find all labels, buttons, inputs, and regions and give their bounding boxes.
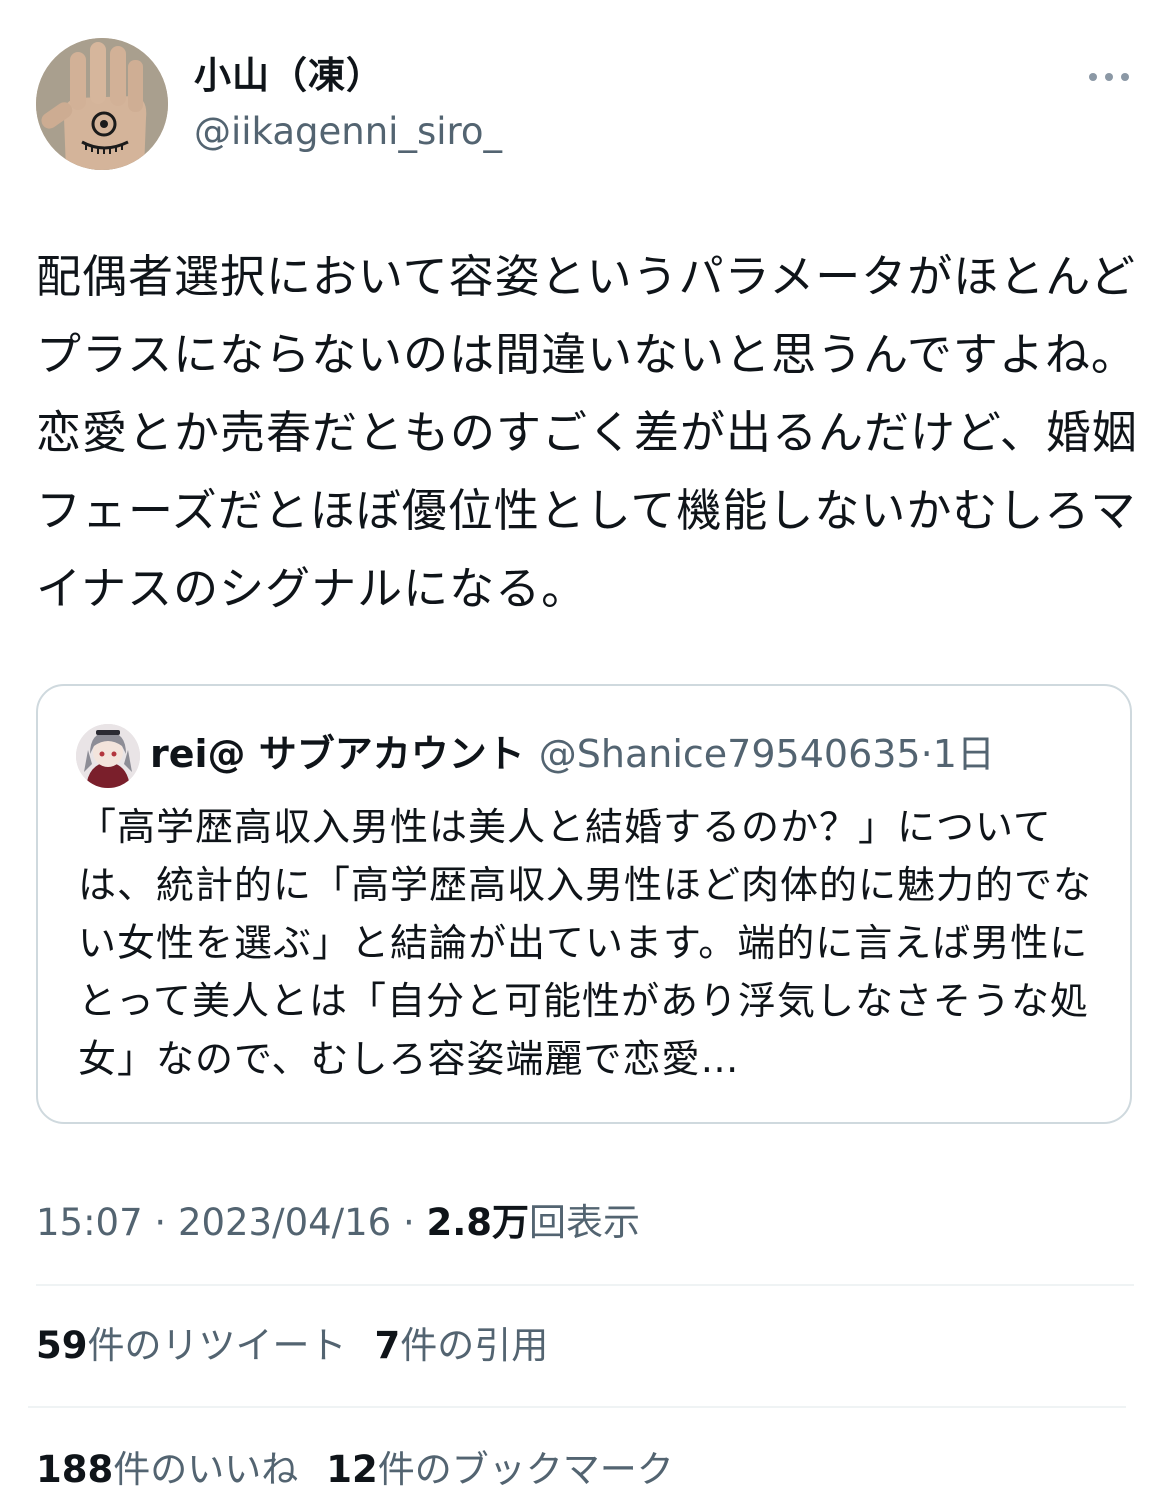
- author-avatar[interactable]: [36, 38, 168, 170]
- tweet-detail: 小山（凍） @iikagenni_siro_ 配偶者選択において容姿というパラメ…: [0, 0, 1170, 1509]
- quote-text: 「高学歴高収入男性は美人と結婚するのか？」については、統計的に「高学歴高収入男性…: [78, 805, 1093, 1081]
- quote-header: rei@ サブアカウント @Shanice79540635·1日: [150, 726, 1110, 782]
- stats-row-retweets: 59件のリツイート 7件の引用: [36, 1318, 548, 1374]
- quote-author-avatar[interactable]: [76, 724, 140, 788]
- stats-row-likes: 188件のいいね 12件のブックマーク: [36, 1442, 674, 1498]
- tweet-date[interactable]: 2023/04/16: [178, 1201, 391, 1244]
- quote-author-handle[interactable]: @Shanice79540635: [539, 732, 921, 776]
- bookmarks-stat[interactable]: 12件のブックマーク: [326, 1448, 674, 1491]
- bookmarks-count: 12: [326, 1448, 378, 1491]
- quote-author-name[interactable]: rei@ サブアカウント: [150, 732, 525, 776]
- retweets-stat[interactable]: 59件のリツイート: [36, 1324, 347, 1367]
- quotes-count: 7: [374, 1324, 401, 1367]
- likes-stat[interactable]: 188件のいいね: [36, 1448, 298, 1491]
- tweet-time[interactable]: 15:07: [36, 1201, 143, 1244]
- likes-label: 件のいいね: [113, 1448, 299, 1491]
- views-label: 回表示: [529, 1201, 641, 1244]
- retweets-label: 件のリツイート: [87, 1324, 347, 1367]
- meta-separator: ·: [402, 1201, 415, 1244]
- meta-separator: ·: [154, 1201, 167, 1244]
- tweet-meta: 15:07 · 2023/04/16 · 2.8万回表示: [36, 1196, 640, 1250]
- views-count: 2.8万: [426, 1201, 530, 1244]
- author-handle[interactable]: @iikagenni_siro_: [194, 108, 502, 156]
- quoted-tweet-card[interactable]: rei@ サブアカウント @Shanice79540635·1日 「高学歴高収入男…: [36, 684, 1132, 1124]
- divider: [36, 1284, 1134, 1286]
- quote-separator: ·: [920, 732, 933, 776]
- author-display-name[interactable]: 小山（凍）: [194, 52, 384, 100]
- bookmarks-label: 件のブックマーク: [377, 1448, 674, 1491]
- quotes-stat[interactable]: 7件の引用: [375, 1324, 549, 1367]
- quotes-label: 件の引用: [400, 1324, 549, 1367]
- divider: [28, 1406, 1126, 1408]
- tweet-text: 配偶者選択において容姿というパラメータがほとんどプラスにならないのは間違いないと…: [36, 250, 1138, 615]
- likes-count: 188: [36, 1448, 114, 1491]
- hand-photo-avatar-icon: [36, 38, 168, 170]
- quote-timestamp[interactable]: 1日: [933, 732, 995, 776]
- anime-character-avatar-icon: [76, 724, 140, 788]
- more-options-icon[interactable]: [1084, 62, 1134, 92]
- retweets-count: 59: [36, 1324, 88, 1367]
